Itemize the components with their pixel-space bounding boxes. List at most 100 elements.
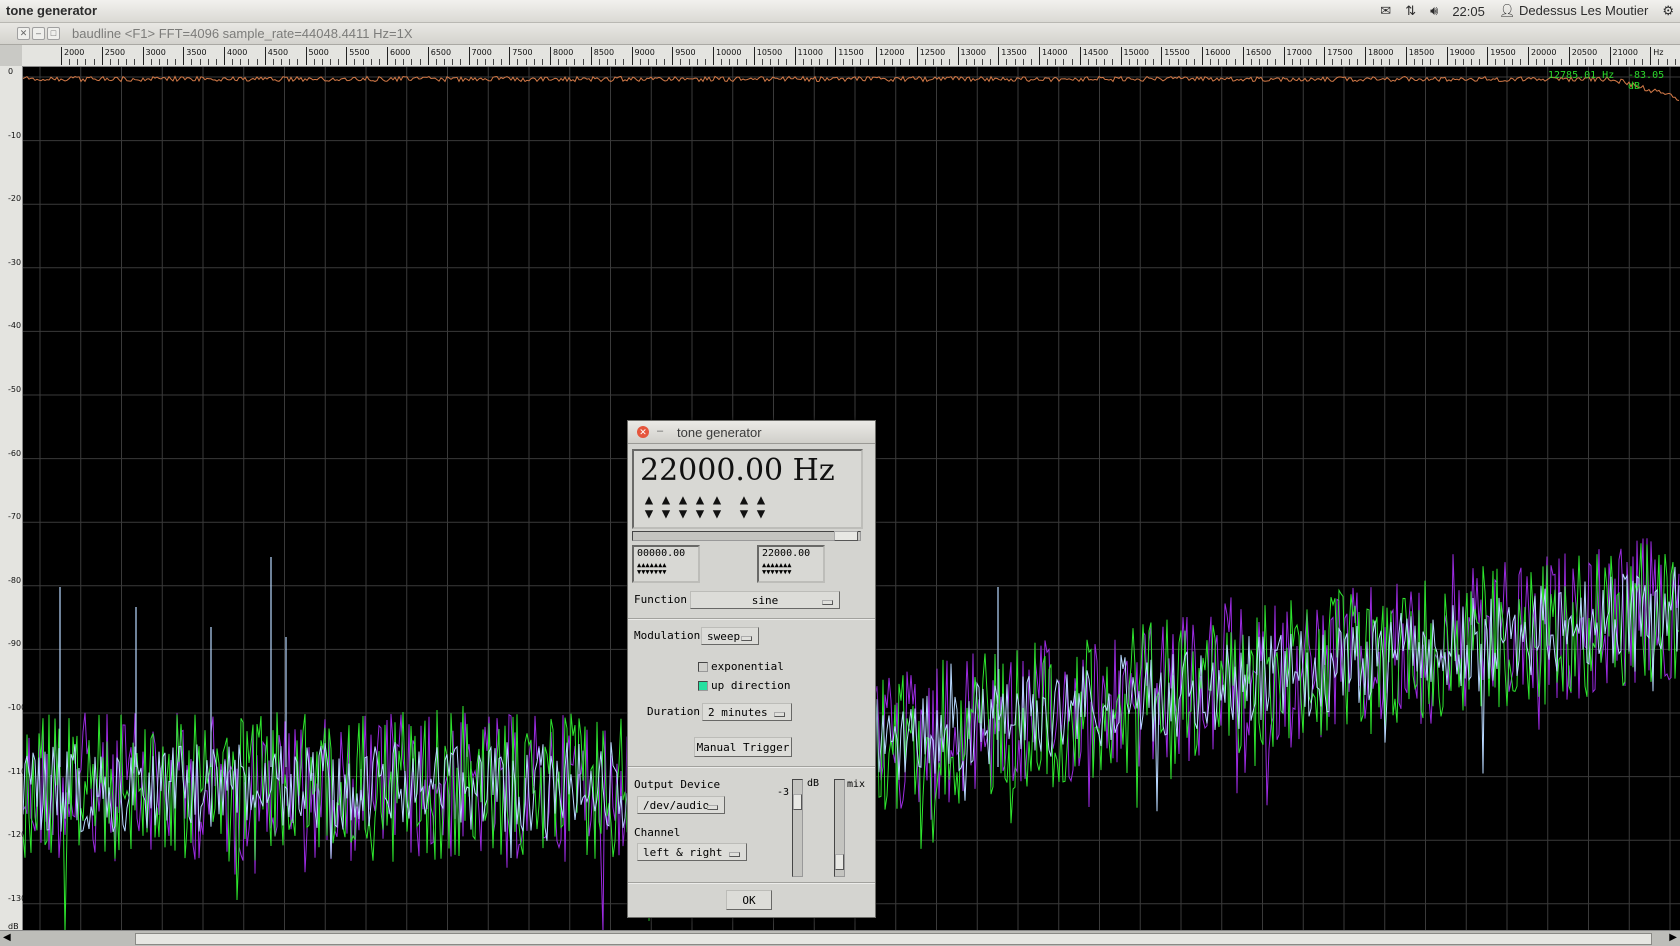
mail-icon[interactable]: ✉: [1380, 3, 1391, 19]
ruler-minor-tick: [1250, 59, 1252, 65]
exponential-checkbox[interactable]: [698, 662, 708, 672]
dialog-title-bar[interactable]: ✕ – tone generator: [628, 421, 875, 444]
scroll-left-icon[interactable]: ◀: [3, 932, 11, 943]
manual-trigger-button[interactable]: Manual Trigger: [694, 737, 792, 757]
spin-down-icon[interactable]: ▼: [740, 507, 748, 521]
ruler-minor-tick: [492, 59, 494, 65]
ruler-tick: [1161, 47, 1163, 65]
range-max-spinners[interactable]: ▲▲▲▲▲▲▲ ▼▼▼▼▼▼▼: [762, 562, 792, 576]
ruler-minor-tick: [1356, 59, 1358, 65]
frequency-ruler[interactable]: 2000 2500 3000 3500 4000 4500 5000 5500 6000 6500…: [22, 45, 1680, 67]
up-direction-checkbox[interactable]: [698, 681, 708, 691]
ruler-tick: [305, 47, 307, 65]
window-title-bar: ✕ – □ baudline <F1> FFT=4096 sample_rate…: [0, 23, 1680, 45]
ruler-tick-label: 15500: [1164, 48, 1190, 57]
ruler-minor-tick: [867, 59, 869, 65]
range-max-box[interactable]: 22000.00 ▲▲▲▲▲▲▲ ▼▼▼▼▼▼▼: [757, 545, 825, 583]
ruler-minor-tick: [256, 59, 258, 65]
ruler-tick-label: 5500: [349, 48, 370, 57]
spin-down-icon[interactable]: ▼: [713, 507, 721, 521]
digit-spinner[interactable]: ▲ ▼: [659, 493, 673, 523]
spin-up-icon[interactable]: ▲: [679, 493, 687, 507]
spin-down-icon[interactable]: ▼: [757, 507, 765, 521]
function-select[interactable]: sine: [690, 591, 840, 609]
ruler-tick-label: 14500: [1082, 48, 1109, 57]
ruler-minor-tick: [1185, 59, 1187, 65]
ruler-tick: [1405, 47, 1407, 65]
volume-db-slider-knob[interactable]: [793, 794, 802, 810]
ruler-minor-tick: [329, 59, 331, 65]
horizontal-scrollbar[interactable]: ◀ ▶: [0, 930, 1680, 946]
dialog-title: tone generator: [677, 425, 762, 440]
ruler-minor-tick: [949, 59, 951, 65]
ruler-minor-tick: [1503, 59, 1505, 65]
ruler-tick-label: 4500: [267, 48, 289, 57]
spin-up-icon[interactable]: ▲: [713, 493, 721, 507]
digit-spinner[interactable]: ▲ ▼: [754, 493, 768, 523]
modulation-select[interactable]: sweep: [701, 627, 759, 645]
ruler-minor-tick: [1177, 59, 1179, 65]
ruler-minor-tick: [1381, 59, 1383, 65]
volume-icon[interactable]: 🔊︎: [1430, 3, 1438, 19]
window-minimize-button[interactable]: –: [32, 27, 45, 40]
ruler-minor-tick: [476, 59, 478, 65]
ruler-tick-label: 7000: [471, 48, 492, 57]
mix-slider-knob[interactable]: [835, 854, 844, 870]
ruler-minor-tick: [1030, 59, 1032, 65]
digit-spinner[interactable]: ▲ ▼: [676, 493, 690, 523]
db-tick-label: -70: [8, 512, 22, 522]
gear-icon[interactable]: ⚙: [1662, 3, 1674, 19]
duration-select[interactable]: 2 minutes: [702, 703, 792, 721]
ruler-minor-tick: [1112, 59, 1114, 65]
spin-up-icon[interactable]: ▲: [645, 493, 653, 507]
spin-up-icon[interactable]: ▲: [757, 493, 765, 507]
dialog-minimize-icon[interactable]: –: [654, 425, 666, 437]
frequency-slider-knob[interactable]: [834, 531, 858, 541]
duration-value: 2 minutes: [708, 706, 768, 719]
ruler-tick-label: 19500: [1490, 48, 1516, 57]
ruler-minor-tick: [281, 59, 283, 65]
ruler-tick: [224, 47, 225, 65]
ruler-minor-tick: [403, 59, 405, 65]
window-maximize-button[interactable]: □: [47, 27, 60, 40]
network-icon[interactable]: ⇅: [1405, 3, 1416, 19]
spin-up-icon[interactable]: ▲: [696, 493, 704, 507]
user-menu[interactable]: 👤︎ Dedessus Les Moutier: [1499, 3, 1648, 19]
ruler-minor-tick: [843, 59, 845, 65]
output-device-select[interactable]: /dev/audio: [637, 796, 725, 814]
window-close-button[interactable]: ✕: [17, 27, 30, 40]
volume-db-slider[interactable]: [792, 779, 803, 877]
digit-spinner[interactable]: ▲ ▼: [693, 493, 707, 523]
frequency-slider[interactable]: [632, 531, 861, 541]
spin-down-icon[interactable]: ▼: [662, 507, 670, 521]
db-axis[interactable]: 0 -10 -20 -30 -40 -50 -60 -70 -80 -90 -100 -110 -120…: [0, 66, 26, 934]
mix-slider[interactable]: [834, 779, 845, 877]
digit-spinner[interactable]: ▲ ▼: [737, 493, 751, 523]
spin-down-icon[interactable]: ▼: [696, 507, 704, 521]
ruler-minor-tick: [166, 59, 168, 65]
ruler-minor-tick: [818, 59, 820, 65]
range-min-down-arrows[interactable]: ▼▼▼▼▼▼▼: [637, 569, 667, 576]
ruler-minor-tick: [1438, 59, 1440, 65]
range-max-down-arrows[interactable]: ▼▼▼▼▼▼▼: [762, 569, 792, 576]
range-min-box[interactable]: 00000.00 ▲▲▲▲▲▲▲ ▼▼▼▼▼▼▼: [632, 545, 700, 583]
dialog-close-icon[interactable]: ✕: [637, 426, 649, 438]
range-min-spinners[interactable]: ▲▲▲▲▲▲▲ ▼▼▼▼▼▼▼: [637, 562, 667, 576]
ruler-minor-tick: [1430, 59, 1432, 65]
scroll-right-icon[interactable]: ▶: [1669, 932, 1677, 943]
spin-up-icon[interactable]: ▲: [662, 493, 670, 507]
spin-up-icon[interactable]: ▲: [740, 493, 748, 507]
spin-down-icon[interactable]: ▼: [679, 507, 687, 521]
spin-down-icon[interactable]: ▼: [645, 507, 653, 521]
clock[interactable]: 22:05: [1452, 4, 1485, 19]
scroll-thumb[interactable]: [135, 933, 1652, 945]
digit-spinner[interactable]: ▲ ▼: [642, 493, 656, 523]
digit-spinner[interactable]: ▲ ▼: [710, 493, 724, 523]
range-max-value: 22000.00: [762, 548, 811, 559]
ok-button[interactable]: OK: [726, 890, 772, 910]
modulation-value: sweep: [707, 630, 741, 643]
channel-select[interactable]: left & right: [637, 843, 747, 861]
ruler-minor-tick: [215, 59, 217, 65]
ruler-minor-tick: [859, 59, 861, 65]
app-title: tone generator: [6, 3, 98, 18]
